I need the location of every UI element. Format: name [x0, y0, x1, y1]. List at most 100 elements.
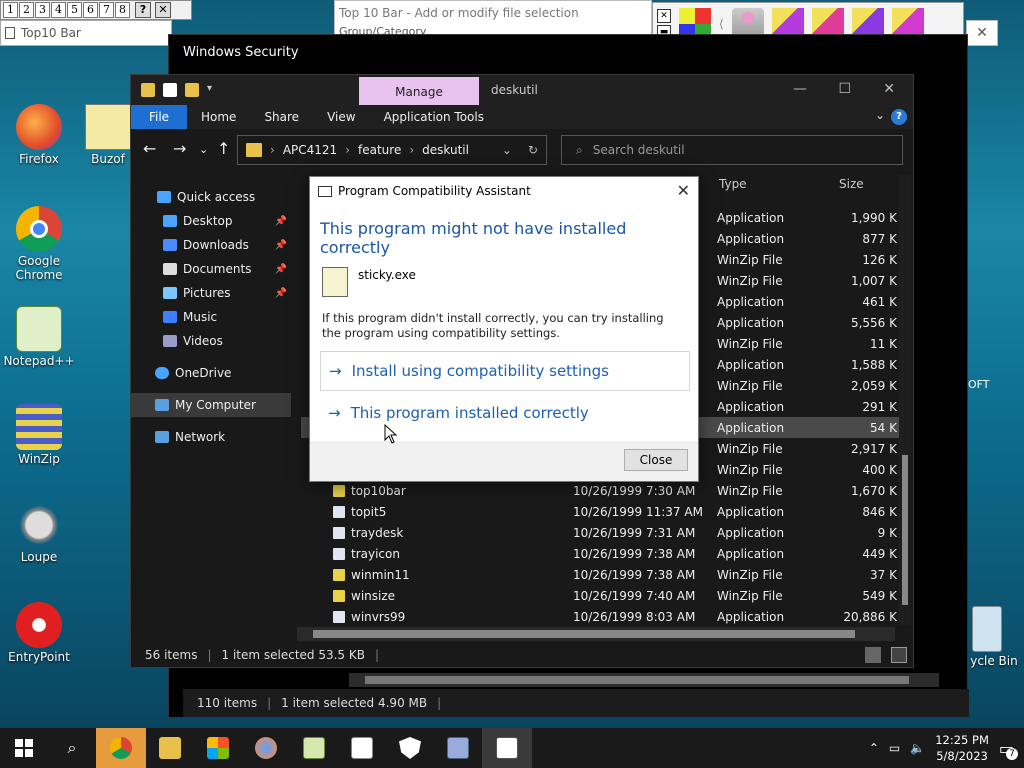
taskbar-search-button[interactable]: ⌕ [48, 728, 96, 768]
taskbar-store[interactable] [194, 728, 242, 768]
taskbar-compat-assistant[interactable] [482, 728, 532, 768]
top10-window-tab[interactable]: Top10 Bar [0, 20, 172, 46]
pin-icon[interactable]: 📌 [275, 288, 287, 299]
desktop-icon-loupe[interactable]: Loupe [0, 502, 78, 564]
tab-file[interactable]: File [131, 105, 187, 129]
breadcrumb-apc4121[interactable]: APC4121 [283, 143, 337, 157]
table-row[interactable]: trayicon 10/26/1999 7:38 AM Application 449… [301, 543, 905, 564]
top10-close-button[interactable]: ✕ [155, 2, 171, 18]
tab-share[interactable]: Share [250, 105, 313, 129]
address-bar[interactable]: › APC4121 › feature › deskutil ⌄ ↻ [237, 135, 547, 165]
up-arrow-icon[interactable]: ↑ [217, 139, 230, 158]
top10-num-7[interactable]: 7 [99, 2, 114, 18]
network-icon[interactable]: ▭ [889, 741, 900, 755]
table-row[interactable]: traydesk 10/26/1999 7:31 AM Application 9 K [301, 522, 905, 543]
desktop-icon-recycle-bin[interactable]: ycle Bin [964, 606, 1024, 668]
clock[interactable]: 12:25 PM 5/8/2023 [935, 732, 989, 764]
desktop-icon-buzof[interactable]: Buzof [78, 104, 138, 166]
taskbar-app-docs[interactable] [338, 728, 386, 768]
nav-onedrive[interactable]: OneDrive [131, 361, 291, 385]
table-row[interactable]: topit5 10/26/1999 11:37 AM Application 846 … [301, 501, 905, 522]
taskbar-windows-security[interactable] [386, 728, 434, 768]
nav-downloads[interactable]: Downloads 📌 [131, 233, 291, 257]
row-type: Application [717, 504, 785, 519]
address-dropdown-icon[interactable]: ⌄ [502, 143, 512, 157]
nav-desktop[interactable]: Desktop 📌 [131, 209, 291, 233]
file-list-hscrollbar[interactable] [297, 627, 895, 641]
taskbar-file-explorer[interactable] [146, 728, 194, 768]
row-type: WinZip File [717, 567, 783, 582]
row-name: trayicon [351, 546, 400, 561]
breadcrumb-deskutil[interactable]: deskutil [422, 143, 469, 157]
nav-quick-access[interactable]: Quick access [131, 185, 291, 209]
top10-num-3[interactable]: 3 [35, 2, 50, 18]
desktop-icon-entrypoint[interactable]: EntryPoint [0, 602, 78, 664]
top10-num-6[interactable]: 6 [83, 2, 98, 18]
table-row[interactable]: top10bar 10/26/1999 7:30 AM WinZip File 1,6… [301, 480, 905, 501]
column-size[interactable]: Size [839, 177, 864, 191]
dialog-close-icon[interactable]: ✕ [677, 181, 690, 200]
breadcrumb-feature[interactable]: feature [358, 143, 401, 157]
install-compatibility-option[interactable]: → Install using compatibility settings [320, 351, 690, 391]
table-row[interactable]: winvrs99 10/26/1999 8:03 AM Application 20,… [301, 606, 905, 627]
nav-network[interactable]: Network [131, 425, 291, 449]
forward-arrow-icon[interactable]: → [173, 139, 186, 158]
properties-icon[interactable] [163, 83, 177, 97]
start-button[interactable] [0, 728, 48, 768]
minimize-icon[interactable]: — [793, 81, 807, 97]
column-type[interactable]: Type [719, 177, 747, 191]
recent-chevron-icon[interactable]: ⌄ [199, 143, 208, 156]
top10-num-4[interactable]: 4 [51, 2, 66, 18]
pin-icon[interactable]: 📌 [275, 264, 287, 275]
close-icon[interactable]: ✕ [883, 81, 895, 97]
installed-correctly-option[interactable]: → This program installed correctly [320, 393, 690, 433]
close-button[interactable]: Close [624, 449, 688, 471]
details-view-icon[interactable] [865, 647, 881, 663]
launcher-close-icon[interactable]: ✕ [657, 9, 671, 23]
chevron-up-icon[interactable]: ⌃ [869, 741, 879, 755]
top10-num-2[interactable]: 2 [19, 2, 34, 18]
nav-my-computer[interactable]: My Computer [131, 393, 291, 417]
taskbar-app-globe[interactable] [242, 728, 290, 768]
new-folder-icon[interactable] [185, 83, 199, 97]
table-row[interactable]: winsize 10/26/1999 7:40 AM WinZip File 549 … [301, 585, 905, 606]
tab-application-tools[interactable]: Application Tools [370, 105, 498, 129]
taskbar-app-tools[interactable] [434, 728, 482, 768]
nav-documents[interactable]: Documents 📌 [131, 257, 291, 281]
large-icons-view-icon[interactable] [891, 647, 907, 663]
top10-help-button[interactable]: ? [135, 2, 151, 18]
desktop-icon-chrome[interactable]: Google Chrome [0, 206, 78, 282]
taskbar-app-chart[interactable] [290, 728, 338, 768]
tab-home[interactable]: Home [187, 105, 250, 129]
row-type: WinZip File [717, 588, 783, 603]
left-arrow-icon[interactable]: ⟨ [719, 17, 724, 31]
nav-pictures[interactable]: Pictures 📌 [131, 281, 291, 305]
volume-icon[interactable]: 🔈 [910, 741, 925, 755]
file-list-vscrollbar[interactable] [899, 175, 911, 625]
top10-num-5[interactable]: 5 [67, 2, 82, 18]
back-arrow-icon[interactable]: ← [143, 139, 156, 158]
row-size: 20,886 K [843, 609, 897, 624]
taskbar-chrome[interactable] [96, 728, 146, 768]
refresh-icon[interactable]: ↻ [528, 143, 538, 157]
help-icon[interactable]: ? [891, 109, 907, 125]
pin-icon[interactable]: 📌 [275, 216, 287, 227]
tab-view[interactable]: View [313, 105, 369, 129]
tab-manage[interactable]: Manage [359, 77, 479, 107]
chevron-down-icon[interactable]: ▾ [207, 83, 212, 97]
desktop-icon-firefox[interactable]: Firefox [0, 104, 78, 166]
nav-music[interactable]: Music [131, 305, 291, 329]
pin-icon[interactable]: 📌 [275, 240, 287, 251]
table-row[interactable]: winmin11 10/26/1999 7:38 AM WinZip File 37 … [301, 564, 905, 585]
nav-videos[interactable]: Videos [131, 329, 291, 353]
winsec-hscrollbar[interactable] [349, 673, 939, 687]
maximize-icon[interactable]: ☐ [838, 81, 851, 97]
top10-num-8[interactable]: 8 [115, 2, 130, 18]
background-window-close-icon[interactable]: ✕ [966, 20, 998, 46]
ribbon-expand-icon[interactable]: ⌄ [875, 108, 885, 122]
search-input[interactable]: ⌕ Search deskutil [561, 135, 903, 165]
notifications-icon[interactable]: ▭ 7 [999, 739, 1018, 760]
top10-num-1[interactable]: 1 [3, 2, 18, 18]
desktop-icon-notepadpp[interactable]: Notepad++ [0, 306, 78, 368]
desktop-icon-winzip[interactable]: WinZip [0, 404, 78, 466]
